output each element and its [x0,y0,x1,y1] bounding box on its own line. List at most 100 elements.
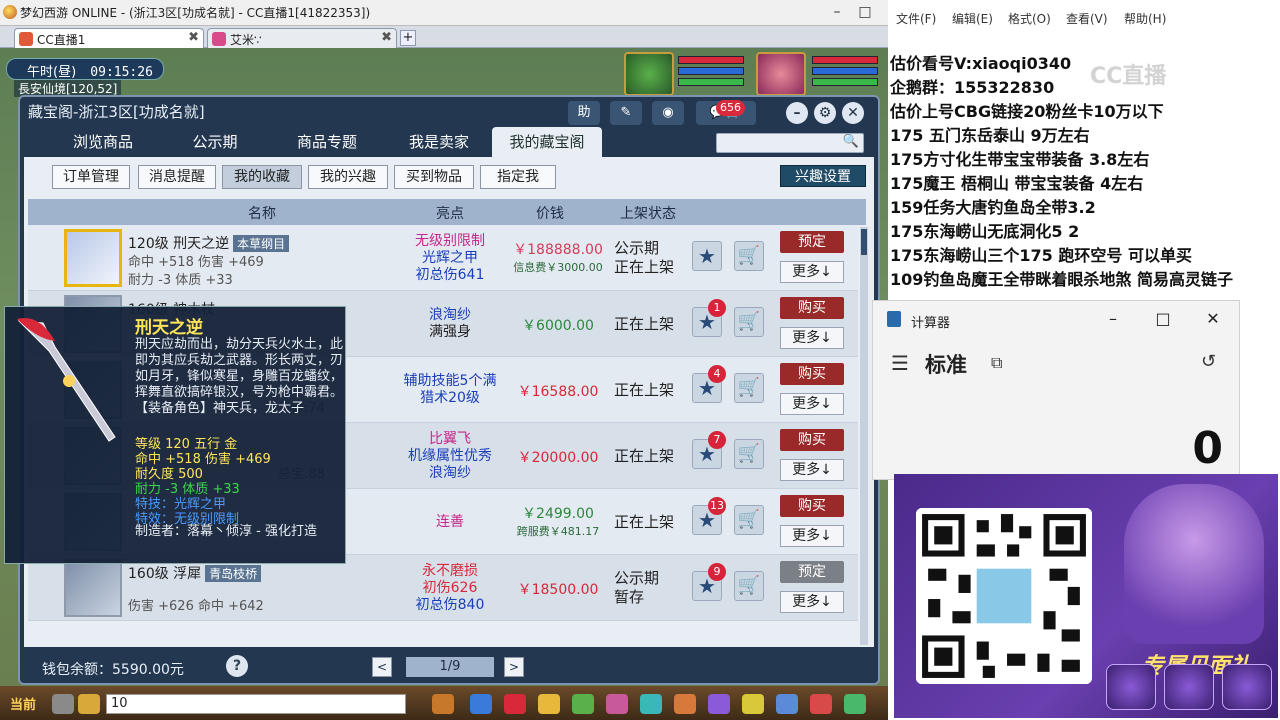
menu-view[interactable]: 查看(V) [1066,10,1108,27]
subtab-favorites[interactable]: 我的收藏 [222,165,302,189]
item-tag: 青岛枝桥 [205,565,262,582]
toolbar-icon[interactable] [572,694,594,714]
next-page-button[interactable]: > [504,657,524,677]
subtab-bought[interactable]: 买到物品 [394,165,474,189]
new-tab-button[interactable]: + [400,30,416,46]
more-button[interactable]: 更多↓ [780,525,844,547]
menu-format[interactable]: 格式(O) [1008,10,1051,27]
toolbar-icon[interactable] [640,694,662,714]
buy-button[interactable]: 购买 [780,429,844,451]
scrollbar-thumb[interactable] [861,229,867,255]
toolbar-icon[interactable] [504,694,526,714]
toolbar-icon[interactable] [844,694,866,714]
buy-button[interactable]: 购买 [780,363,844,385]
more-button[interactable]: 更多↓ [780,261,844,283]
tab-cc-live[interactable]: CC直播1 ✖ [14,28,204,48]
maximize-icon[interactable]: □ [854,2,876,22]
subtab-interests[interactable]: 我的兴趣 [308,165,388,189]
cart-icon[interactable]: 🛒 [734,373,764,403]
buy-button[interactable]: 购买 [780,297,844,319]
promo-gift-icon[interactable] [1222,664,1272,710]
close-icon[interactable]: ✕ [842,102,864,124]
note-line: 企鹅群：155322830 [890,78,1055,97]
toolbar-icon[interactable] [742,694,764,714]
more-button[interactable]: 更多↓ [780,327,844,349]
menu-file[interactable]: 文件(F) [896,10,936,27]
reserve-button[interactable]: 预定 [780,231,844,253]
qr-code[interactable] [916,508,1092,684]
prev-page-button[interactable]: < [372,657,392,677]
cart-icon[interactable]: 🛒 [734,241,764,271]
more-button[interactable]: 更多↓ [780,459,844,481]
toolbar-icon[interactable] [470,694,492,714]
chat-channel-button[interactable]: 当前 [10,694,36,713]
menu-icon[interactable]: ☰ [891,351,909,375]
toolbar-icon[interactable] [776,694,798,714]
menu-help[interactable]: 帮助(H) [1124,10,1166,27]
list-scrollbar[interactable] [860,227,868,645]
item-image[interactable] [64,229,122,287]
microphone-icon[interactable] [52,694,74,714]
toolbar-icon[interactable] [810,694,832,714]
subtab-orders[interactable]: 订单管理 [52,165,130,189]
favorite-count-badge: 9 [708,563,726,581]
cart-icon[interactable]: 🛒 [734,505,764,535]
table-row[interactable]: 120级 刑天之逆 本草纲目 命中 +518 伤害 +469 耐力 -3 体质 +33… [28,225,858,291]
table-row[interactable]: 160级 浮犀 青岛枝桥 伤害 +626 命中 +642 永不磨损 初伤626 初总伤84… [28,555,858,621]
subtab-assigned[interactable]: 指定我 [480,165,556,189]
tab-topics[interactable]: 商品专题 [272,127,382,157]
search-icon[interactable]: 🔍 [843,134,859,149]
tooltip-desc-text: 刑天应劫而出，劫分天兵火水土，此即为其应兵劫之武器。形长两丈，刃如月牙，锋似寒星… [135,337,344,400]
edit-icon[interactable]: ✎ [610,101,642,125]
tab-seller[interactable]: 我是卖家 [384,127,494,157]
menu-edit[interactable]: 编辑(E) [952,10,993,27]
stop-icon[interactable]: ◉ [652,101,684,125]
promo-gift-icon[interactable] [1164,664,1214,710]
minimize-icon[interactable]: – [1101,309,1125,328]
keep-on-top-icon[interactable]: ⧉ [991,353,1002,373]
cart-icon[interactable]: 🛒 [734,571,764,601]
tab-announce[interactable]: 公示期 [160,127,270,157]
chat-input[interactable]: 10 [106,694,406,714]
tab-my-cbg[interactable]: 我的藏宝阁 [492,127,602,157]
cart-icon[interactable]: 🛒 [734,307,764,337]
item-image[interactable] [64,559,122,617]
reserve-button[interactable]: 预定 [780,561,844,583]
toolbar-icon[interactable] [538,694,560,714]
settings-icon[interactable]: ⚙ [814,102,836,124]
message-count-badge: 656 [716,100,745,116]
player-avatar[interactable] [756,52,806,96]
more-button[interactable]: 更多↓ [780,393,844,415]
item-status: 公示期 [614,569,660,587]
item-status: 正在上架 [614,447,675,465]
notepad-text-area[interactable]: 估价看号V:xiaoqi0340 企鹅群：155322830 估价上号CBG链接20… [890,52,1280,292]
tab-aimi[interactable]: 艾米∵ ✖ [207,28,397,48]
emoji-icon[interactable] [78,694,100,714]
pet-avatar[interactable] [624,52,674,96]
tab-browse[interactable]: 浏览商品 [48,127,158,157]
toolbar-icon[interactable] [432,694,454,714]
close-icon[interactable]: ✕ [1201,309,1225,328]
item-fee: 跨服费￥481.17 [516,525,600,538]
more-button[interactable]: 更多↓ [780,591,844,613]
toolbar-icon[interactable] [674,694,696,714]
favorite-star-icon[interactable]: ★ [692,241,722,271]
item-stat: 伤害 +626 命中 +642 [128,599,264,614]
promo-gift-icon[interactable] [1106,664,1156,710]
toolbar-icon[interactable] [606,694,628,714]
subtab-messages[interactable]: 消息提醒 [138,165,216,189]
minimize-icon[interactable]: – [826,2,848,22]
cart-icon[interactable]: 🛒 [734,439,764,469]
help-icon[interactable]: ? [226,655,248,677]
help-button[interactable]: 助 [568,101,600,125]
maximize-icon[interactable]: □ [1151,309,1175,328]
close-icon[interactable]: ✖ [188,30,199,45]
history-icon[interactable]: ↺ [1201,351,1216,372]
search-input[interactable]: 🔍 [716,133,864,153]
toolbar-icon[interactable] [708,694,730,714]
interest-settings-button[interactable]: 兴趣设置 [780,165,866,187]
item-highlight: 永不磨损 [422,563,478,579]
buy-button[interactable]: 购买 [780,495,844,517]
close-icon[interactable]: ✖ [381,30,392,45]
minimize-icon[interactable]: – [786,102,808,124]
